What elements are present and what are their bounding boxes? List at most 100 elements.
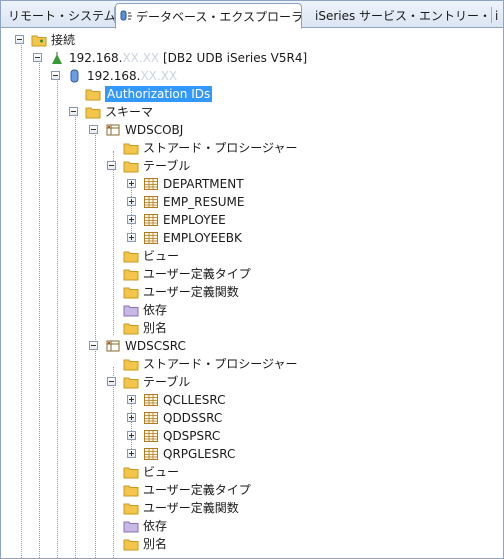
- tree-node-schemas[interactable]: スキーマ: [1, 103, 503, 121]
- folder-open-icon: [123, 377, 139, 389]
- expand-icon[interactable]: [127, 395, 136, 404]
- tree-node-schema[interactable]: WDSCOBJ: [1, 121, 503, 139]
- collapse-icon[interactable]: [69, 107, 78, 116]
- tree-node-database[interactable]: 192.168.XX.XX: [1, 67, 503, 85]
- database-label: 192.168.XX.XX: [87, 68, 177, 84]
- dependencies-label: 依存: [143, 519, 168, 533]
- expand-icon[interactable]: [127, 431, 136, 440]
- stored-procedures-label: ストアード・プロシージャー: [143, 357, 298, 371]
- table-name: EMPLOYEE: [163, 213, 226, 227]
- collapse-icon[interactable]: [107, 161, 116, 170]
- collapse-icon[interactable]: [33, 53, 42, 62]
- table-icon: [144, 394, 158, 406]
- table-name: DEPARTMENT: [163, 177, 244, 191]
- table-name: EMPLOYEEBK: [163, 231, 242, 245]
- tree-node-stored-procedures[interactable]: ストアード・プロシージャー: [1, 355, 503, 373]
- tree-node-authorization-ids[interactable]: Authorization IDs: [1, 85, 503, 103]
- tree-node-table[interactable]: QCLLESRC: [1, 391, 503, 409]
- collapse-icon[interactable]: [107, 377, 116, 386]
- table-name: QDDSSRC: [163, 411, 223, 425]
- database-ip-prefix: 192.168.: [87, 69, 141, 83]
- expand-icon[interactable]: [127, 215, 136, 224]
- tree-node-table[interactable]: QDSPSRC: [1, 427, 503, 445]
- schema-name: WDSCSRC: [125, 339, 186, 353]
- folder-icon: [123, 467, 139, 479]
- dependencies-label: 依存: [143, 303, 168, 317]
- tree-node-table[interactable]: QDDSSRC: [1, 409, 503, 427]
- schema-name: WDSCOBJ: [125, 123, 184, 137]
- tree-node-views[interactable]: ビュー: [1, 463, 503, 481]
- tab-database-explorer[interactable]: データベース・エクスプローラー ⊠: [115, 3, 302, 29]
- tab-overflow[interactable]: i: [493, 3, 503, 28]
- tree-node-stored-procedures[interactable]: ストアード・プロシージャー: [1, 139, 503, 157]
- folder-icon: [123, 539, 139, 551]
- tab-database-explorer-label: データベース・エクスプローラー: [136, 9, 302, 24]
- table-icon: [144, 412, 158, 424]
- database-explorer-icon: [120, 9, 134, 23]
- host-ip-prefix: 192.168.: [69, 51, 123, 65]
- tree-node-user-defined-types[interactable]: ユーザー定義タイプ: [1, 265, 503, 283]
- table-name: QRPGLESRC: [163, 447, 236, 461]
- tree-node-dependencies[interactable]: 依存: [1, 301, 503, 319]
- table-icon: [144, 214, 158, 226]
- collapse-icon[interactable]: [89, 341, 98, 350]
- connections-label: 接続: [51, 33, 76, 47]
- tab-overflow-label: i: [495, 8, 499, 23]
- expand-icon[interactable]: [127, 449, 136, 458]
- tree-node-tables[interactable]: テーブル: [1, 373, 503, 391]
- tables-label: テーブル: [143, 375, 191, 389]
- view-tab-strip: リモート・システム詳細 データベース・エクスプローラー ⊠ iSeries サー…: [1, 1, 503, 29]
- collapse-icon[interactable]: [51, 71, 60, 80]
- expand-icon[interactable]: [127, 179, 136, 188]
- tree-node-views[interactable]: ビュー: [1, 247, 503, 265]
- user-defined-types-label: ユーザー定義タイプ: [143, 483, 251, 497]
- dependency-folder-icon: [123, 521, 139, 533]
- views-label: ビュー: [143, 249, 180, 263]
- table-icon: [144, 196, 158, 208]
- tree-node-user-defined-functions[interactable]: ユーザー定義関数: [1, 283, 503, 301]
- tab-separator: [491, 7, 492, 23]
- connection-icon: [52, 52, 62, 64]
- tree-node-table[interactable]: QRPGLESRC: [1, 445, 503, 463]
- tree-node-tables[interactable]: テーブル: [1, 157, 503, 175]
- folder-icon: [123, 323, 139, 335]
- collapse-icon[interactable]: [89, 125, 98, 134]
- tables-label: テーブル: [143, 159, 191, 173]
- database-explorer-window: リモート・システム詳細 データベース・エクスプローラー ⊠ iSeries サー…: [0, 0, 504, 559]
- tree-node-user-defined-functions[interactable]: ユーザー定義関数: [1, 499, 503, 517]
- tree-node-aliases[interactable]: 別名: [1, 535, 503, 553]
- tree-node-user-defined-types[interactable]: ユーザー定義タイプ: [1, 481, 503, 499]
- tree-node-connections[interactable]: 接続: [1, 31, 503, 49]
- expand-icon[interactable]: [127, 413, 136, 422]
- collapse-icon[interactable]: [15, 35, 24, 44]
- database-explorer-tree[interactable]: 接続 192.168.XX.XX [DB2 UDB iSeries V5R4] …: [1, 29, 503, 558]
- expand-icon[interactable]: [127, 197, 136, 206]
- database-ip-masked: XX.XX: [140, 69, 178, 83]
- tree-node-table[interactable]: EMPLOYEEBK: [1, 229, 503, 247]
- tree-node-aliases[interactable]: 別名: [1, 319, 503, 337]
- schemas-label: スキーマ: [105, 105, 154, 119]
- schema-icon: [106, 124, 120, 136]
- tree-node-table[interactable]: DEPARTMENT: [1, 175, 503, 193]
- dependency-folder-icon: [123, 305, 139, 317]
- table-name: QDSPSRC: [163, 429, 221, 443]
- host-label: 192.168.XX.XX [DB2 UDB iSeries V5R4]: [69, 50, 307, 66]
- tree-node-table[interactable]: EMPLOYEE: [1, 211, 503, 229]
- table-name: QCLLESRC: [163, 393, 226, 407]
- table-name: EMP_RESUME: [163, 195, 245, 209]
- tree-node-schema[interactable]: WDSCSRC: [1, 337, 503, 355]
- tree-node-host-connection[interactable]: 192.168.XX.XX [DB2 UDB iSeries V5R4]: [1, 49, 503, 67]
- expand-icon[interactable]: [127, 233, 136, 242]
- authorization-ids-label: Authorization IDs: [105, 86, 213, 102]
- tab-remote-system-details[interactable]: リモート・システム詳細: [4, 3, 114, 28]
- schema-icon: [106, 340, 120, 352]
- aliases-label: 別名: [143, 537, 168, 551]
- tree-node-table[interactable]: EMP_RESUME: [1, 193, 503, 211]
- folder-icon: [123, 503, 139, 515]
- tab-iseries-service-entry-points[interactable]: iSeries サービス・エントリー・ポイント: [305, 3, 491, 28]
- connections-folder-icon: [31, 35, 47, 47]
- tree-node-dependencies[interactable]: 依存: [1, 517, 503, 535]
- user-defined-functions-label: ユーザー定義関数: [143, 501, 239, 515]
- user-defined-functions-label: ユーザー定義関数: [143, 285, 239, 299]
- folder-open-icon: [85, 107, 101, 119]
